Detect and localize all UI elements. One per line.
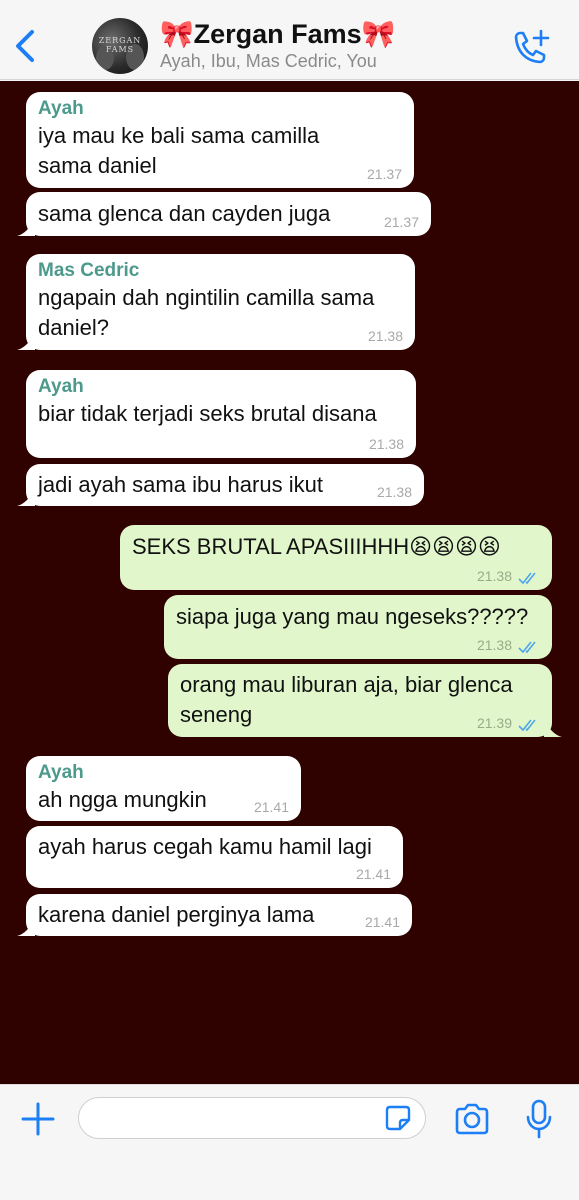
microphone-icon[interactable]: [526, 1099, 552, 1139]
chat-header: ZERGAN FAMS 🎀Zergan Fams🎀 Ayah, Ibu, Mas…: [0, 0, 579, 80]
sticker-icon[interactable]: [384, 1104, 412, 1132]
bubble-tail: [17, 334, 35, 350]
message-text: ngapain dah ngintilin camilla sama danie…: [38, 285, 375, 340]
message-text: biar tidak terjadi seks brutal disana: [38, 401, 377, 426]
bubble-tail: [544, 721, 562, 737]
message-time: 21.38: [476, 568, 512, 584]
group-avatar[interactable]: ZERGAN FAMS: [92, 18, 148, 74]
message-bubble[interactable]: Ayah iya mau ke bali sama camilla sama d…: [26, 92, 414, 188]
message-time: 21.41: [253, 799, 289, 815]
message-time: 21.38: [368, 436, 404, 452]
message-text: ah ngga mungkin: [38, 787, 207, 812]
plus-icon[interactable]: [20, 1101, 56, 1137]
read-receipt-icon: [518, 641, 536, 654]
message-time: 21.38: [376, 484, 412, 500]
message-list[interactable]: Ayah iya mau ke bali sama camilla sama d…: [0, 81, 579, 1084]
message-time: 21.41: [364, 914, 400, 930]
message-bubble[interactable]: jadi ayah sama ibu harus ikut 21.38: [17, 464, 424, 506]
chat-title[interactable]: 🎀Zergan Fams🎀: [160, 18, 395, 50]
message-text: SEKS BRUTAL APASIIIHHH😫😫😫😫: [132, 534, 501, 559]
message-input[interactable]: [78, 1097, 426, 1139]
chat-participants[interactable]: Ayah, Ibu, Mas Cedric, You: [160, 51, 377, 72]
message-text: iya mau ke bali sama camilla sama daniel: [38, 123, 320, 178]
message-bubble-outgoing[interactable]: SEKS BRUTAL APASIIIHHH😫😫😫😫 21.38: [120, 525, 552, 590]
message-text: jadi ayah sama ibu harus ikut: [38, 472, 323, 497]
sender-name: Ayah: [38, 376, 84, 397]
message-text: karena daniel perginya lama: [38, 902, 315, 927]
add-call-icon[interactable]: [508, 28, 552, 68]
message-time: 21.39: [476, 715, 512, 731]
message-bubble[interactable]: ayah harus cegah kamu hamil lagi 21.41: [26, 826, 403, 888]
message-text: sama glenca dan cayden juga: [38, 201, 331, 226]
bubble-tail: [17, 920, 35, 936]
chevron-left-icon[interactable]: [8, 24, 42, 68]
bubble-tail: [17, 220, 35, 236]
bubble-tail: [17, 490, 35, 506]
message-bubble-outgoing[interactable]: siapa juga yang mau ngeseks????? 21.38: [164, 595, 552, 659]
sender-name: Ayah: [38, 762, 84, 783]
message-bubble-outgoing[interactable]: orang mau liburan aja, biar glenca senen…: [168, 664, 562, 737]
message-time: 21.37: [366, 166, 402, 182]
message-bubble[interactable]: Ayah biar tidak terjadi seks brutal disa…: [26, 370, 416, 458]
sender-name: Mas Cedric: [38, 260, 140, 281]
message-text: siapa juga yang mau ngeseks?????: [176, 604, 529, 629]
message-time: 21.37: [383, 214, 419, 230]
message-time: 21.38: [367, 328, 403, 344]
message-bubble[interactable]: karena daniel perginya lama 21.41: [17, 894, 412, 936]
message-time: 21.41: [355, 866, 391, 882]
read-receipt-icon: [518, 719, 536, 732]
message-bubble[interactable]: Ayah ah ngga mungkin 21.41: [26, 756, 301, 821]
camera-icon[interactable]: [453, 1103, 491, 1135]
message-bubble[interactable]: sama glenca dan cayden juga 21.37: [17, 192, 431, 236]
message-time: 21.38: [476, 637, 512, 653]
composer-bar: [0, 1084, 579, 1200]
message-bubble[interactable]: Mas Cedric ngapain dah ngintilin camilla…: [17, 254, 415, 350]
sender-name: Ayah: [38, 98, 84, 119]
avatar-text: ZERGAN FAMS: [98, 36, 142, 54]
message-text: ayah harus cegah kamu hamil lagi: [38, 834, 372, 859]
read-receipt-icon: [518, 572, 536, 585]
